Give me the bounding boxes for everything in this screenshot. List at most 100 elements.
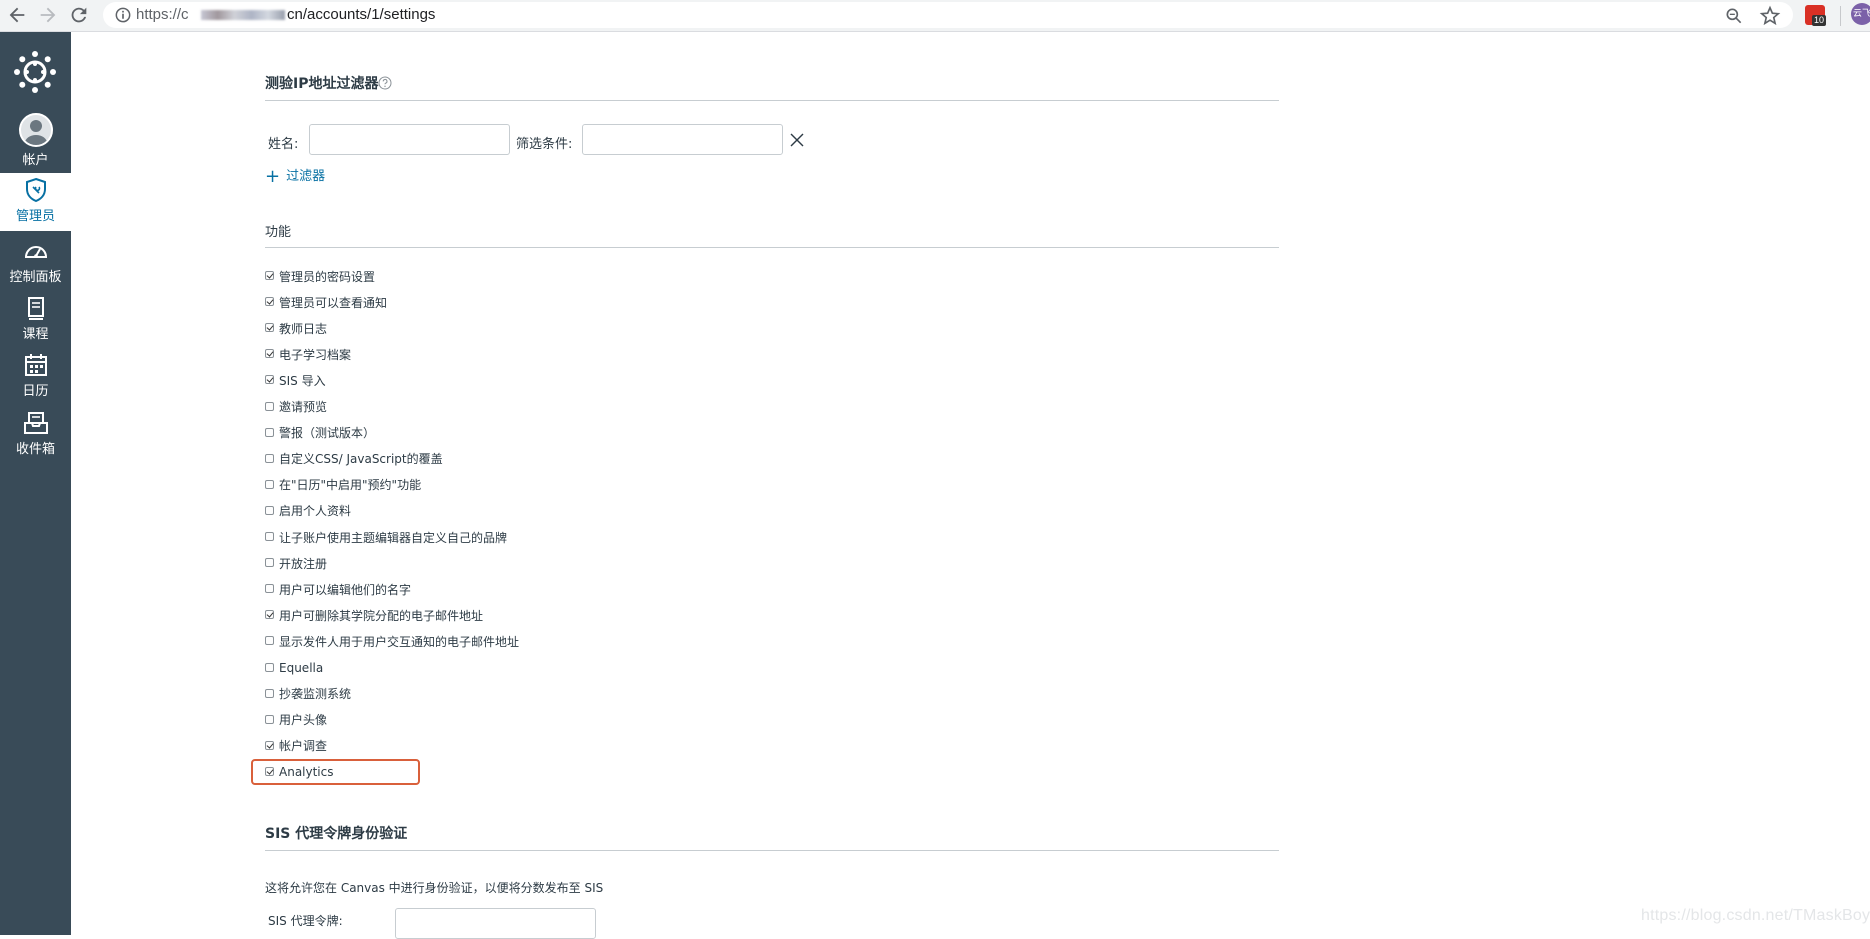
nav-label-inbox: 收件箱 — [15, 442, 55, 457]
feature-row[interactable]: 电子学习档案 — [265, 343, 351, 365]
toolbar-divider — [1840, 6, 1841, 26]
feature-checkbox[interactable] — [265, 349, 274, 359]
calendar-icon — [24, 354, 47, 376]
profile-avatar[interactable]: 云飞 — [1851, 3, 1870, 25]
feature-row[interactable]: 用户头像 — [265, 709, 327, 731]
feature-label: 教师日志 — [279, 321, 328, 336]
nav-item-inbox[interactable]: 收件箱 — [0, 410, 71, 466]
feature-row[interactable]: 在"日历"中启用"预约"功能 — [265, 474, 421, 496]
courses-book-icon — [27, 297, 44, 320]
feature-checkbox[interactable] — [265, 532, 274, 541]
feature-label: 用户可删除其学院分配的电子邮件地址 — [279, 608, 484, 623]
nav-label-account: 帐户 — [22, 153, 49, 168]
feature-checkbox[interactable] — [265, 584, 274, 594]
nav-label-admin: 管理员 — [15, 209, 55, 224]
nav-item-courses[interactable]: 课程 — [0, 295, 71, 351]
section-divider — [265, 247, 1279, 248]
global-navigation: 帐户 管理员 控制面板 课程 日历 收件箱 — [0, 32, 71, 935]
feature-row[interactable]: 让子账户使用主题编辑器自定义自己的品牌 — [265, 526, 507, 548]
nav-item-admin[interactable]: 管理员 — [0, 173, 71, 231]
filter-condition-input[interactable] — [582, 124, 783, 155]
nav-item-dashboard[interactable]: 控制面板 — [0, 238, 71, 294]
feature-label: 自定义CSS/ JavaScript的覆盖 — [279, 452, 443, 467]
feature-row[interactable]: 抄袭监测系统 — [265, 683, 351, 705]
add-filter-button[interactable]: + 过滤器 — [265, 165, 325, 187]
feature-checkbox[interactable] — [265, 688, 274, 698]
feature-checkbox[interactable] — [265, 453, 274, 463]
forward-arrow-icon[interactable] — [37, 4, 59, 26]
site-info-icon[interactable] — [113, 5, 133, 25]
feature-checkbox[interactable] — [265, 297, 274, 307]
address-bar[interactable]: https://c cn/accounts/1/settings — [103, 2, 1793, 28]
feature-checkbox[interactable] — [265, 505, 274, 515]
feature-checkbox[interactable] — [265, 636, 274, 646]
section-divider — [265, 850, 1279, 851]
bookmark-star-icon[interactable] — [1759, 5, 1781, 27]
feature-checkbox[interactable] — [265, 558, 274, 568]
feature-label: 管理员可以查看通知 — [279, 295, 388, 310]
feature-checkbox[interactable] — [265, 323, 274, 333]
feature-row[interactable]: 邀请预览 — [265, 396, 327, 418]
feature-row[interactable]: 管理员的密码设置 — [265, 265, 375, 287]
dashboard-gauge-icon — [24, 246, 47, 258]
feature-checkbox[interactable] — [265, 479, 274, 489]
add-filter-label: 过滤器 — [286, 169, 326, 184]
url-scheme: https://c — [136, 6, 189, 23]
sis-token-input[interactable] — [395, 908, 596, 939]
feature-checkbox[interactable] — [265, 714, 274, 724]
feature-label: 用户可以编辑他们的名字 — [279, 582, 412, 597]
feature-label: 在"日历"中启用"预约"功能 — [279, 478, 422, 493]
feature-checkbox[interactable] — [265, 401, 274, 411]
back-arrow-icon[interactable] — [6, 4, 28, 26]
feature-checkbox[interactable] — [265, 740, 274, 750]
admin-shield-icon — [25, 177, 46, 203]
feature-checkbox[interactable] — [265, 662, 274, 672]
filter-name-input[interactable] — [309, 124, 510, 155]
nav-item-calendar[interactable]: 日历 — [0, 352, 71, 408]
feature-row[interactable]: 教师日志 — [265, 317, 327, 339]
feature-row[interactable]: 启用个人资料 — [265, 500, 351, 522]
plus-icon: + — [265, 166, 281, 187]
features-title: 功能 — [265, 225, 292, 240]
feature-label: 启用个人资料 — [279, 504, 352, 519]
nav-item-account[interactable]: 帐户 — [0, 113, 71, 169]
feature-row[interactable]: 警报（测试版本） — [265, 422, 375, 444]
remove-filter-close-icon[interactable] — [788, 131, 806, 149]
user-avatar-icon — [18, 113, 53, 147]
inbox-icon — [23, 412, 48, 434]
reload-icon[interactable] — [68, 4, 90, 26]
sis-token-title: SIS 代理令牌身份验证 — [265, 826, 408, 842]
feature-row[interactable]: 管理员可以查看通知 — [265, 291, 387, 313]
feature-label: 抄袭监测系统 — [279, 687, 352, 702]
feature-checkbox[interactable] — [265, 271, 274, 280]
feature-label: 开放注册 — [279, 556, 328, 571]
feature-row[interactable]: 用户可删除其学院分配的电子邮件地址 — [265, 604, 483, 626]
canvas-logo-icon[interactable] — [13, 50, 57, 94]
feature-row[interactable]: 自定义CSS/ JavaScript的覆盖 — [265, 448, 443, 470]
feature-row[interactable]: 开放注册 — [265, 552, 327, 574]
feature-row[interactable]: SIS 导入 — [265, 369, 326, 391]
filter-name-label: 姓名: — [268, 137, 299, 152]
sis-token-label: SIS 代理令牌: — [268, 914, 343, 928]
extension-badge: 10 — [1812, 15, 1827, 26]
watermark-text: https://blog.csdn.net/TMaskBoy — [1641, 907, 1870, 924]
feature-label: SIS 导入 — [279, 373, 326, 388]
feature-row[interactable]: 帐户调查 — [265, 735, 327, 757]
nav-label-calendar: 日历 — [22, 384, 49, 399]
feature-checkbox[interactable] — [265, 610, 274, 620]
feature-label: 让子账户使用主题编辑器自定义自己的品牌 — [279, 530, 508, 545]
help-icon[interactable] — [378, 76, 392, 90]
feature-checkbox[interactable] — [265, 375, 274, 385]
feature-row[interactable]: Equella — [265, 657, 323, 679]
feature-label: 用户头像 — [279, 713, 328, 728]
sis-token-description: 这将允许您在 Canvas 中进行身份验证，以便将分数发布至 SIS — [265, 881, 604, 895]
filter-condition-label: 筛选条件: — [516, 137, 573, 152]
zoom-icon[interactable] — [1724, 6, 1744, 26]
feature-row[interactable]: 用户可以编辑他们的名字 — [265, 578, 411, 600]
ip-filter-title: 测验IP地址过滤器 — [265, 76, 379, 92]
feature-row[interactable]: 显示发件人用于用户交互通知的电子邮件地址 — [265, 630, 519, 652]
section-divider — [265, 100, 1279, 101]
feature-label: 管理员的密码设置 — [279, 269, 376, 284]
feature-checkbox[interactable] — [265, 427, 274, 437]
browser-toolbar: https://c cn/accounts/1/settings 10 云飞 — [0, 0, 1870, 32]
